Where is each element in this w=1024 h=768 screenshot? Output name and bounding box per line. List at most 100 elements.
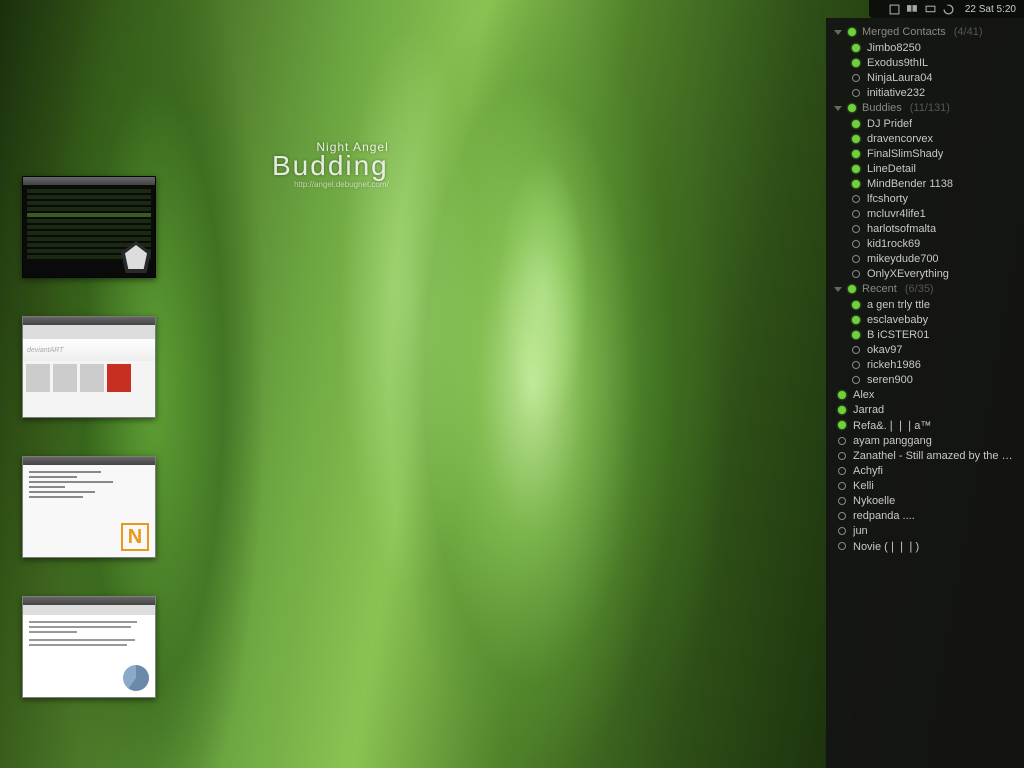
- tray-monitor-icon[interactable]: [907, 3, 919, 15]
- status-dot-icon: [852, 255, 860, 263]
- app-logo-icon: [123, 665, 149, 691]
- buddy-item[interactable]: Achyfi: [830, 463, 1020, 478]
- status-dot-icon: [852, 301, 860, 309]
- deviantart-logo: deviantART: [23, 339, 155, 361]
- buddy-item[interactable]: Zanathel - Still amazed by the ma...: [830, 448, 1020, 463]
- buddy-name: Zanathel - Still amazed by the ma...: [853, 450, 1016, 462]
- buddy-item[interactable]: dravencorvex: [830, 131, 1020, 146]
- buddy-name: redpanda ....: [853, 510, 915, 522]
- buddy-name: Kelli: [853, 480, 874, 492]
- buddy-item[interactable]: lfcshorty: [830, 191, 1020, 206]
- status-dot-icon: [852, 89, 860, 97]
- status-dot-icon: [838, 482, 846, 490]
- status-dot-icon: [848, 104, 856, 112]
- buddy-name: mcluvr4life1: [867, 208, 926, 220]
- thumbnail-code-editor[interactable]: N: [22, 456, 156, 558]
- buddy-name: kid1rock69: [867, 238, 920, 250]
- buddy-name: Jimbo8250: [867, 42, 921, 54]
- buddy-name: esclavebaby: [867, 314, 928, 326]
- buddy-name: Nykoelle: [853, 495, 895, 507]
- wallpaper-caption: Night Angel Budding http://angel.debugne…: [272, 140, 389, 189]
- buddy-item[interactable]: MindBender 1138: [830, 176, 1020, 191]
- buddy-list-panel[interactable]: Merged Contacts(4/41) Jimbo8250 Exodus9thI…: [826, 18, 1024, 768]
- buddy-group-header[interactable]: Recent (6/35): [830, 281, 1020, 297]
- status-dot-icon: [852, 44, 860, 52]
- buddy-item[interactable]: B iCSTER01: [830, 327, 1020, 342]
- buddy-name: Novie (❘❘❘): [853, 540, 919, 553]
- buddy-item[interactable]: Jimbo8250: [830, 40, 1020, 55]
- buddy-name: mikeydude700: [867, 253, 939, 265]
- buddy-item[interactable]: LineDetail: [830, 161, 1020, 176]
- status-dot-icon: [838, 452, 846, 460]
- status-dot-icon: [852, 225, 860, 233]
- status-dot-icon: [838, 527, 846, 535]
- buddy-item[interactable]: redpanda ....: [830, 508, 1020, 523]
- buddy-item[interactable]: Refa&.❘❘❘a™: [830, 417, 1020, 433]
- buddy-name: okav97: [867, 344, 902, 356]
- buddy-name: Refa&.❘❘❘a™: [853, 419, 931, 432]
- buddy-item[interactable]: OnlyXEverything: [830, 266, 1020, 281]
- taskbar-thumbnails: deviantART N: [22, 176, 156, 698]
- status-dot-icon: [852, 135, 860, 143]
- buddy-name: lfcshorty: [867, 193, 908, 205]
- status-dot-icon: [852, 180, 860, 188]
- group-name: Buddies: [862, 102, 902, 114]
- buddy-item[interactable]: mikeydude700: [830, 251, 1020, 266]
- buddy-item[interactable]: Exodus9thIL: [830, 55, 1020, 70]
- buddy-item[interactable]: Kelli: [830, 478, 1020, 493]
- tray-app-icon[interactable]: [889, 3, 901, 15]
- buddy-item[interactable]: rickeh1986: [830, 357, 1020, 372]
- buddy-group-header[interactable]: Merged Contacts(4/41): [830, 24, 1020, 40]
- status-dot-icon: [852, 150, 860, 158]
- status-dot-icon: [838, 391, 846, 399]
- buddy-name: harlotsofmalta: [867, 223, 936, 235]
- status-dot-icon: [852, 59, 860, 67]
- buddy-item[interactable]: kid1rock69: [830, 236, 1020, 251]
- buddy-item[interactable]: NinjaLaura04: [830, 70, 1020, 85]
- buddy-name: Exodus9thIL: [867, 57, 928, 69]
- status-dot-icon: [848, 28, 856, 36]
- status-dot-icon: [838, 406, 846, 414]
- buddy-name: MindBender 1138: [867, 178, 953, 190]
- buddy-item[interactable]: DJ Pridef: [830, 116, 1020, 131]
- buddy-item[interactable]: Jarrad: [830, 402, 1020, 417]
- buddy-name: dravencorvex: [867, 133, 933, 145]
- status-dot-icon: [852, 346, 860, 354]
- buddy-item[interactable]: a gen trly ttle: [830, 297, 1020, 312]
- status-dot-icon: [838, 512, 846, 520]
- status-dot-icon: [852, 270, 860, 278]
- buddy-item[interactable]: initiative232: [830, 85, 1020, 100]
- buddy-item[interactable]: Novie (❘❘❘): [830, 538, 1020, 554]
- status-dot-icon: [852, 331, 860, 339]
- expand-triangle-icon: [834, 106, 842, 111]
- buddy-item[interactable]: okav97: [830, 342, 1020, 357]
- thumbnail-browser[interactable]: deviantART: [22, 316, 156, 418]
- thumbnail-text-editor[interactable]: [22, 596, 156, 698]
- buddy-item[interactable]: ayam panggang: [830, 433, 1020, 448]
- buddy-name: seren900: [867, 374, 913, 386]
- buddy-item[interactable]: Alex: [830, 387, 1020, 402]
- status-dot-icon: [852, 165, 860, 173]
- buddy-item[interactable]: Nykoelle: [830, 493, 1020, 508]
- buddy-item[interactable]: seren900: [830, 372, 1020, 387]
- buddy-group-header[interactable]: Buddies(11/131): [830, 100, 1020, 116]
- group-count: (6/35): [905, 283, 934, 295]
- group-name: Recent: [862, 283, 897, 295]
- buddy-name: FinalSlimShady: [867, 148, 943, 160]
- thumbnail-media-player[interactable]: [22, 176, 156, 278]
- buddy-item[interactable]: harlotsofmalta: [830, 221, 1020, 236]
- tray-sync-icon[interactable]: [943, 3, 955, 15]
- tray-network-icon[interactable]: [925, 3, 937, 15]
- group-count: (4/41): [954, 26, 983, 38]
- buddy-name: B iCSTER01: [867, 329, 929, 341]
- buddy-name: OnlyXEverything: [867, 268, 949, 280]
- clock[interactable]: 22 Sat 5:20: [965, 4, 1016, 15]
- buddy-item[interactable]: FinalSlimShady: [830, 146, 1020, 161]
- expand-triangle-icon: [834, 287, 842, 292]
- status-dot-icon: [838, 497, 846, 505]
- buddy-item[interactable]: jun: [830, 523, 1020, 538]
- buddy-item[interactable]: esclavebaby: [830, 312, 1020, 327]
- status-dot-icon: [838, 421, 846, 429]
- buddy-item[interactable]: mcluvr4life1: [830, 206, 1020, 221]
- buddy-name: a gen trly ttle: [867, 299, 930, 311]
